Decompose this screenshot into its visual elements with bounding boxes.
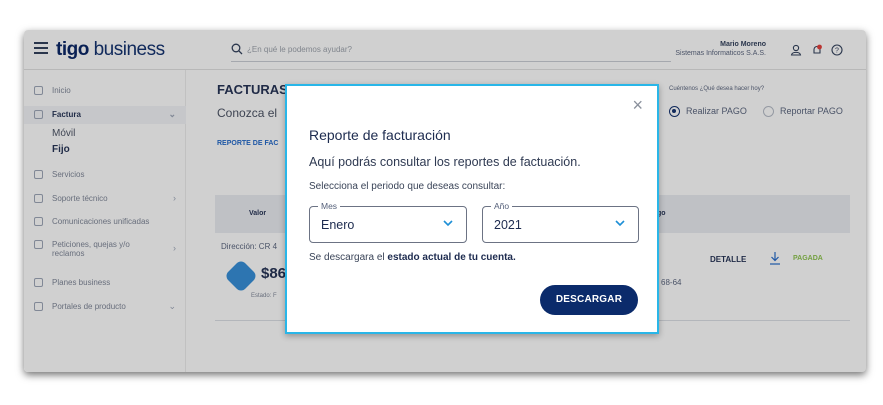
download-note: Se descargara el estado actual de tu cue…	[309, 252, 516, 263]
note-prefix: Se descargara el	[309, 252, 385, 263]
month-value: Enero	[321, 218, 355, 232]
year-label: Año	[491, 201, 513, 211]
year-select[interactable]: Año 2021	[482, 201, 639, 243]
month-select[interactable]: Mes Enero	[309, 201, 467, 243]
month-label: Mes	[318, 201, 341, 211]
close-icon[interactable]: ×	[632, 96, 643, 114]
modal-title: Reporte de facturación	[309, 127, 451, 143]
chevron-down-icon	[615, 220, 625, 227]
chevron-down-icon	[443, 220, 453, 227]
modal-description: Aquí podrás consultar los reportes de fa…	[309, 155, 581, 169]
download-button[interactable]: DESCARGAR	[540, 285, 638, 315]
year-value: 2021	[494, 218, 522, 232]
period-prompt: Selecciona el periodo que deseas consult…	[309, 181, 506, 192]
note-bold: estado actual de tu cuenta.	[387, 252, 516, 263]
report-modal: × Reporte de facturación Aquí podrás con…	[285, 84, 659, 334]
